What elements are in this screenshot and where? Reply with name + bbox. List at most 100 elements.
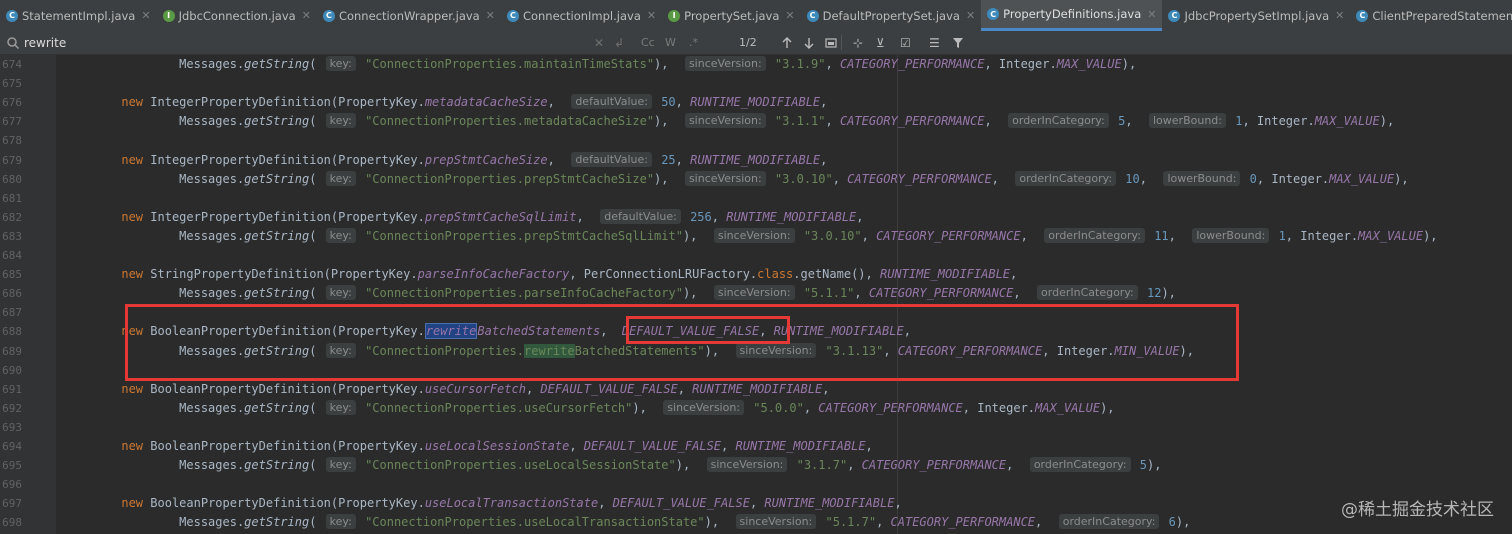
line-number: 689 [2, 344, 22, 358]
filter-icon[interactable] [952, 31, 964, 54]
line-number: 692 [2, 401, 22, 415]
tab-label: ClientPreparedStatement.java [1372, 8, 1512, 23]
close-tab-icon[interactable]: ✕ [1147, 8, 1156, 21]
code-line[interactable]: 684 [0, 246, 1512, 265]
close-tab-icon[interactable]: ✕ [647, 9, 656, 22]
default-value-annotation-box [626, 316, 790, 344]
code-line[interactable]: 675 [0, 74, 1512, 93]
line-number: 680 [2, 172, 22, 186]
close-tab-icon[interactable]: ✕ [785, 9, 794, 22]
code-line[interactable]: 685 new StringPropertyDefinition(Propert… [0, 265, 1512, 284]
code-line[interactable]: 686 Messages.getString( key: "Connection… [0, 284, 1512, 303]
toolbar-divider [841, 35, 842, 50]
line-number: 679 [2, 153, 22, 167]
tab-5[interactable]: C DefaultPropertySet.java ✕ [801, 0, 982, 31]
line-number: 685 [2, 268, 22, 282]
line-number: 698 [2, 516, 22, 530]
close-tab-icon[interactable]: ✕ [141, 9, 150, 22]
tab-label: StatementImpl.java [22, 8, 136, 23]
class-icon: C [322, 9, 335, 22]
line-number: 683 [2, 229, 22, 243]
code-text: new BooleanPropertyDefinition(PropertyKe… [121, 439, 873, 453]
tab-8[interactable]: CClientPreparedStatement.java✕ [1350, 0, 1512, 31]
editor-tab-bar: C StatementImpl.java ✕ I JdbcConnection.java… [0, 0, 1512, 32]
code-text: new IntegerPropertyDefinition(PropertyKe… [121, 208, 864, 224]
tab-label: ConnectionWrapper.java [338, 8, 480, 23]
previous-match-icon[interactable] [781, 31, 793, 54]
code-line[interactable]: 697 new BooleanPropertyDefinition(Proper… [0, 494, 1512, 513]
code-line[interactable]: 682 new IntegerPropertyDefinition(Proper… [0, 208, 1512, 227]
tab-0[interactable]: C StatementImpl.java ✕ [0, 0, 157, 31]
tab-label: JdbcConnection.java [178, 8, 296, 23]
class-icon: C [1356, 9, 1369, 22]
search-in-selection-icon[interactable]: ☰ [929, 31, 940, 54]
new-line-icon[interactable]: ↲ [614, 31, 624, 54]
add-selection-icon[interactable]: ⊹ [853, 31, 863, 54]
close-tab-icon[interactable]: ✕ [486, 9, 495, 22]
code-line[interactable]: 691 new BooleanPropertyDefinition(Proper… [0, 380, 1512, 399]
tab-2[interactable]: C ConnectionWrapper.java ✕ [317, 0, 501, 31]
select-all-icon[interactable]: ☑ [900, 31, 911, 54]
regex-toggle[interactable]: .* [689, 31, 698, 54]
close-tab-icon[interactable]: ✕ [1335, 9, 1344, 22]
class-icon: C [806, 9, 819, 22]
line-number: 696 [2, 478, 22, 492]
clear-search-icon[interactable]: ✕ [594, 31, 604, 54]
match-case-toggle[interactable]: Cc [641, 31, 655, 54]
line-number: 686 [2, 287, 22, 301]
code-line[interactable]: 692 Messages.getString( key: "Connection… [0, 399, 1512, 418]
code-line[interactable]: 694 new BooleanPropertyDefinition(Proper… [0, 437, 1512, 456]
code-line[interactable]: 698 Messages.getString( key: "Connection… [0, 513, 1512, 532]
find-bar: rewrite ✕ ↲ Cc W .* 1/2 ⊹ ⊻ ☑ ☰ [0, 31, 1512, 55]
tab-6[interactable]: C PropertyDefinitions.java ✕ [981, 0, 1163, 31]
tab-label: PropertyDefinitions.java [1003, 7, 1142, 21]
close-tab-icon[interactable]: ✕ [302, 9, 311, 22]
code-line[interactable]: 680 Messages.getString( key: "Connection… [0, 170, 1512, 189]
line-number: 695 [2, 459, 22, 473]
tab-3[interactable]: C ConnectionImpl.java ✕ [501, 0, 662, 31]
code-line[interactable]: 695 Messages.getString( key: "Connection… [0, 456, 1512, 475]
code-text: Messages.getString( key: "ConnectionProp… [78, 56, 1137, 71]
code-text: Messages.getString( key: "ConnectionProp… [78, 170, 1409, 186]
line-number: 677 [2, 115, 22, 129]
code-line[interactable]: 696 [0, 475, 1512, 494]
code-text: new BooleanPropertyDefinition(PropertyKe… [121, 496, 902, 511]
next-match-icon[interactable] [803, 31, 815, 54]
search-icon[interactable] [6, 31, 20, 54]
line-number: 688 [2, 325, 22, 339]
code-text: Messages.getString( key: "ConnectionProp… [78, 514, 1191, 530]
class-icon: C [1168, 9, 1181, 22]
tab-7[interactable]: C JdbcPropertySetImpl.java ✕ [1162, 0, 1350, 31]
line-number: 681 [2, 191, 22, 205]
whole-words-toggle[interactable]: W [665, 31, 676, 54]
code-text: new BooleanPropertyDefinition(PropertyKe… [121, 381, 830, 396]
line-number: 687 [2, 306, 22, 320]
remove-selection-icon[interactable]: ⊻ [876, 31, 885, 54]
code-line[interactable]: 681 [0, 189, 1512, 208]
line-number: 674 [2, 58, 22, 71]
code-line[interactable]: 678 [0, 131, 1512, 150]
line-number: 694 [2, 440, 22, 453]
code-line[interactable]: 693 [0, 418, 1512, 437]
line-number: 693 [2, 420, 22, 434]
code-line[interactable]: 677 Messages.getString( key: "Connection… [0, 112, 1512, 131]
line-number: 675 [2, 77, 22, 91]
code-text: Messages.getString( key: "ConnectionProp… [78, 399, 1115, 415]
code-line[interactable]: 676 new IntegerPropertyDefinition(Proper… [0, 93, 1512, 112]
select-all-occurrences-icon[interactable] [825, 31, 837, 54]
tab-1[interactable]: I JdbcConnection.java ✕ [157, 0, 317, 31]
code-line[interactable]: 683 Messages.getString( key: "Connection… [0, 227, 1512, 246]
search-input[interactable]: rewrite [24, 31, 66, 54]
close-tab-icon[interactable]: ✕ [966, 9, 975, 22]
tab-4[interactable]: I PropertySet.java ✕ [662, 0, 801, 31]
class-icon: C [6, 9, 18, 22]
watermark: @稀土掘金技术社区 [1341, 500, 1494, 520]
code-line[interactable]: 679 new IntegerPropertyDefinition(Proper… [0, 151, 1512, 170]
code-text: new IntegerPropertyDefinition(PropertyKe… [121, 151, 828, 167]
code-text: Messages.getString( key: "ConnectionProp… [78, 227, 1438, 243]
code-text: Messages.getString( key: "ConnectionProp… [78, 285, 1176, 301]
code-text: Messages.getString( key: "ConnectionProp… [78, 457, 1162, 473]
class-icon: C [987, 8, 1000, 20]
match-counter: 1/2 [739, 36, 757, 49]
code-line[interactable]: 674 Messages.getString( key: "Connection… [0, 55, 1512, 74]
